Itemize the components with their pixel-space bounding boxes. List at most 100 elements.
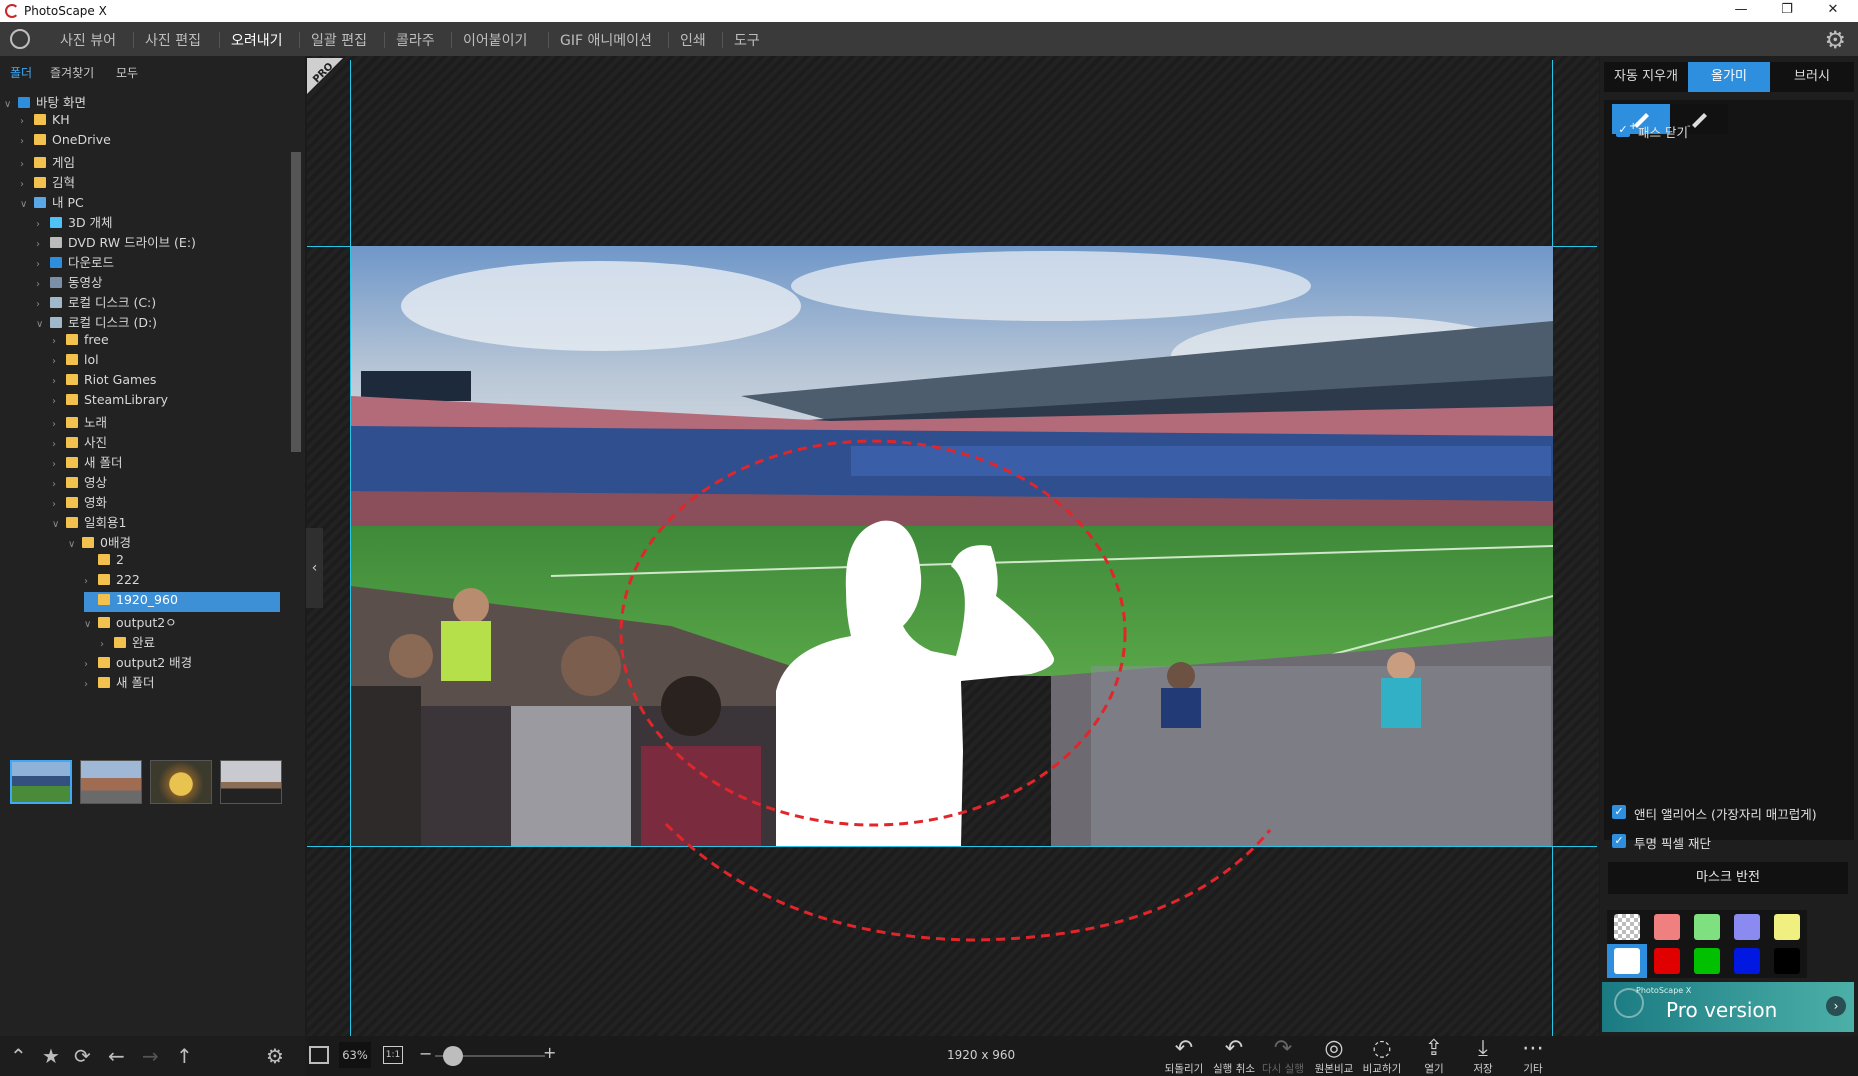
color-swatch[interactable] — [1654, 948, 1680, 974]
color-swatch[interactable] — [1654, 914, 1680, 940]
color-swatch[interactable] — [1734, 914, 1760, 940]
mask-invert-button[interactable]: 마스크 반전 — [1608, 862, 1848, 894]
menu-item-6[interactable]: GIF 애니메이션 — [560, 30, 652, 50]
action-button-4[interactable]: ◌ 비교하기 — [1356, 1037, 1408, 1076]
chevron-down-icon[interactable]: ∨ — [20, 199, 34, 210]
chevron-up-icon[interactable]: ⌃ — [10, 1044, 27, 1068]
thumbnail-city[interactable] — [80, 760, 142, 804]
action-button-1[interactable]: ↶ 실행 취소 — [1208, 1037, 1260, 1076]
color-swatch[interactable] — [1774, 914, 1800, 940]
tree-scrollbar[interactable] — [291, 152, 301, 452]
restore-button[interactable]: ❐ — [1764, 0, 1810, 22]
chevron-right-icon[interactable]: › — [20, 179, 34, 190]
chevron-down-icon[interactable]: ∨ — [68, 539, 82, 550]
tree-item[interactable]: › DVD RW 드라이브 (E:) — [36, 232, 196, 252]
settings-gear-icon[interactable]: ⚙ — [1824, 26, 1846, 54]
panel-toggle-icon[interactable] — [309, 1046, 329, 1064]
tree-item[interactable]: › 영화 — [52, 492, 107, 512]
action-button-6[interactable]: ⤓ 저장 — [1457, 1037, 1509, 1076]
tree-item[interactable]: ∨ 내 PC — [20, 192, 84, 212]
tree-item[interactable]: › 노래 — [52, 412, 107, 432]
tree-item[interactable]: ∨ 바탕 화면 — [4, 92, 86, 112]
close-path-checkbox[interactable]: ✓ — [1616, 123, 1630, 137]
tree-item[interactable]: ∨ 일회용1 — [52, 512, 126, 532]
color-swatch[interactable] — [1734, 948, 1760, 974]
tab-auto-eraser[interactable]: 자동 지우개 — [1604, 62, 1688, 92]
actual-size-button[interactable]: 1:1 — [383, 1046, 403, 1064]
chevron-down-icon[interactable]: ∨ — [52, 519, 66, 530]
menu-item-1[interactable]: 사진 편집 — [145, 30, 201, 50]
tree-item[interactable]: › 김혁 — [20, 172, 75, 192]
color-swatch[interactable] — [1694, 914, 1720, 940]
tree-item[interactable]: › output2 배경 — [84, 652, 192, 672]
tree-item[interactable]: › 새 폴더 — [52, 452, 122, 472]
tree-item[interactable]: › 완료 — [100, 632, 155, 652]
tree-item[interactable]: › KH — [20, 112, 70, 132]
up-arrow-icon[interactable]: ↑ — [176, 1044, 193, 1068]
chevron-right-icon[interactable]: › — [52, 396, 66, 407]
tree-item[interactable]: › free — [52, 332, 109, 352]
tree-item[interactable]: › Riot Games — [52, 372, 156, 392]
forward-arrow-icon[interactable]: → — [142, 1044, 159, 1068]
action-button-7[interactable]: ⋯ 기타 — [1507, 1037, 1559, 1076]
tree-item[interactable]: ∨ output2ㅇ — [84, 612, 177, 632]
chevron-down-icon[interactable]: ∨ — [4, 99, 18, 110]
thumbnail-stadium[interactable] — [10, 760, 72, 804]
chevron-right-icon[interactable]: › — [36, 219, 50, 230]
tree-item[interactable]: 2 — [84, 552, 124, 572]
tab-favorites[interactable]: 즐겨찾기 — [50, 64, 94, 81]
chevron-right-icon[interactable]: › — [84, 576, 98, 587]
zoom-out-icon[interactable]: − — [419, 1044, 432, 1063]
menu-item-3[interactable]: 일괄 편집 — [311, 30, 367, 50]
tree-item[interactable]: › 사진 — [52, 432, 107, 452]
tree-item[interactable]: 1920_960 — [84, 592, 280, 612]
chevron-right-icon[interactable]: › — [52, 419, 66, 430]
close-button[interactable]: ✕ — [1810, 0, 1856, 22]
chevron-right-icon[interactable]: › — [84, 679, 98, 690]
tree-item[interactable]: › 다운로드 — [36, 252, 114, 272]
gear-icon[interactable]: ⚙ — [266, 1044, 284, 1068]
tree-item[interactable]: › 영상 — [52, 472, 107, 492]
chevron-right-icon[interactable]: › — [36, 279, 50, 290]
tab-all[interactable]: 모두 — [116, 64, 138, 81]
chevron-right-icon[interactable]: › — [20, 159, 34, 170]
chevron-down-icon[interactable]: ∨ — [84, 619, 98, 630]
chevron-right-icon[interactable]: › — [52, 336, 66, 347]
action-button-0[interactable]: ↶ 되돌리기 — [1158, 1037, 1210, 1076]
collapse-panel-button[interactable]: ‹ — [306, 528, 323, 608]
pro-version-banner[interactable]: PhotoScape X Pro version › — [1602, 982, 1854, 1032]
tree-item[interactable]: › 3D 개체 — [36, 212, 113, 232]
menu-item-5[interactable]: 이어붙이기 — [463, 30, 527, 50]
menu-item-7[interactable]: 인쇄 — [680, 30, 706, 50]
thumbnail-food[interactable] — [150, 760, 212, 804]
chevron-right-icon[interactable]: › — [1826, 996, 1846, 1016]
action-button-5[interactable]: ⇪ 열기 — [1408, 1037, 1460, 1076]
tree-item[interactable]: › 게임 — [20, 152, 75, 172]
trim-checkbox[interactable]: ✓ — [1612, 834, 1626, 848]
action-button-2[interactable]: ↷ 다시 실행 — [1257, 1037, 1309, 1076]
menu-item-0[interactable]: 사진 뷰어 — [60, 30, 116, 50]
color-swatch[interactable] — [1614, 948, 1640, 974]
zoom-value[interactable]: 63% — [339, 1042, 371, 1068]
menu-item-4[interactable]: 콜라주 — [396, 30, 435, 50]
zoom-in-icon[interactable]: + — [543, 1043, 556, 1062]
tree-item[interactable]: › OneDrive — [20, 132, 111, 152]
sync-icon[interactable]: ⟳ — [74, 1044, 91, 1068]
color-swatch[interactable] — [1774, 948, 1800, 974]
stadium-photo[interactable] — [351, 246, 1553, 846]
zoom-slider-handle[interactable] — [443, 1046, 463, 1066]
thumbnail-sunset[interactable] — [220, 760, 282, 804]
tree-item[interactable]: › 222 — [84, 572, 140, 592]
chevron-down-icon[interactable]: ∨ — [36, 319, 50, 330]
chevron-right-icon[interactable]: › — [20, 116, 34, 127]
tree-item[interactable]: ∨ 0배경 — [68, 532, 131, 552]
color-swatch[interactable] — [1614, 914, 1640, 940]
chevron-right-icon[interactable]: › — [52, 459, 66, 470]
tree-item[interactable]: › 동영상 — [36, 272, 103, 292]
tab-folders[interactable]: 폴더 — [10, 64, 32, 81]
chevron-right-icon[interactable]: › — [52, 376, 66, 387]
minimize-button[interactable]: — — [1718, 0, 1764, 22]
tab-lasso[interactable]: 올가미 — [1688, 62, 1770, 92]
chevron-right-icon[interactable]: › — [36, 239, 50, 250]
tree-item[interactable]: › 로컬 디스크 (C:) — [36, 292, 156, 312]
